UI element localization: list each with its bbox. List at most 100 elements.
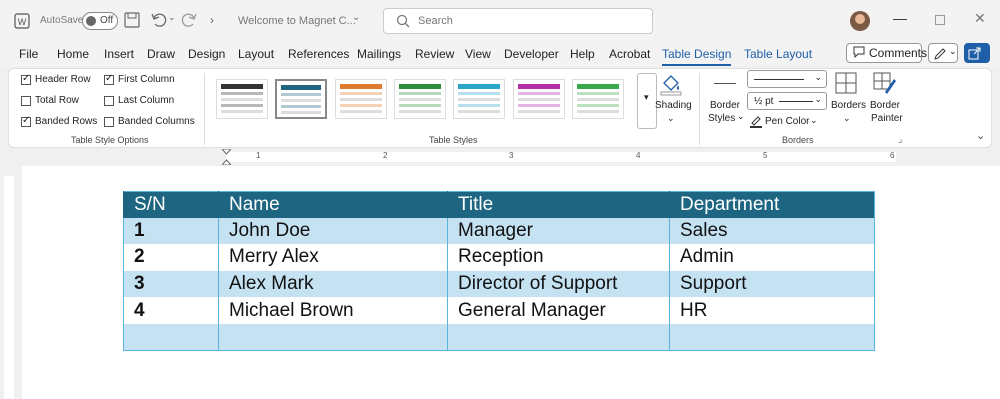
pen-color-icon[interactable] (749, 114, 763, 131)
table-row[interactable]: 2 Merry Alex Reception Admin (123, 244, 875, 271)
search-box[interactable]: Search (383, 8, 653, 34)
header-row-checkbox[interactable]: Header Row (21, 73, 91, 85)
table-cell[interactable]: Reception (447, 244, 670, 271)
line-style-dropdown[interactable]: ⌄ (747, 70, 827, 88)
tab-view[interactable]: View (465, 47, 491, 61)
share-button[interactable] (964, 43, 990, 63)
redo-icon[interactable] (180, 11, 198, 29)
table-cell[interactable]: General Manager (447, 297, 670, 324)
table-cell[interactable]: Manager (447, 217, 670, 245)
collapse-ribbon-icon[interactable]: ⌄ (976, 129, 985, 142)
table-header-row[interactable]: S/N Name Title Department (123, 191, 875, 218)
banded-columns-checkbox[interactable]: Banded Columns (104, 116, 195, 127)
pen-color-dropdown-icon[interactable]: ⌄ (810, 115, 818, 126)
title-dropdown-icon[interactable]: ⌄ (352, 12, 360, 23)
tab-table-design[interactable]: Table Design (662, 47, 732, 66)
thumbnail-row (221, 104, 263, 107)
table-cell[interactable] (447, 323, 670, 351)
table-header-cell[interactable]: Title (447, 191, 670, 218)
borders-grid-icon[interactable] (835, 72, 857, 94)
table-style-thumbnail[interactable] (275, 79, 327, 119)
borders-label[interactable]: Borders (831, 100, 866, 111)
table-cell[interactable]: 1 (123, 217, 219, 245)
document-title[interactable]: Welcome to Magnet C... (238, 15, 356, 27)
border-styles-label-2[interactable]: Styles (708, 113, 735, 124)
tab-table-layout[interactable]: Table Layout (744, 47, 812, 61)
table-cell[interactable]: HR (669, 297, 875, 324)
tab-home[interactable]: Home (57, 47, 89, 61)
dialog-launcher-icon[interactable]: ⌟ (898, 134, 902, 145)
table-style-thumbnail[interactable] (513, 79, 565, 119)
table-cell[interactable]: Director of Support (447, 270, 670, 298)
table-row[interactable]: 3 Alex Mark Director of Support Support (123, 270, 875, 298)
comments-button[interactable]: Comments (846, 43, 927, 63)
thumbnail-row (577, 104, 619, 107)
thumbnail-header (458, 84, 500, 89)
tab-design[interactable]: Design (188, 47, 225, 61)
gallery-more-button[interactable]: ▾ (637, 73, 657, 129)
table-cell[interactable]: Support (669, 270, 875, 298)
table-style-thumbnail[interactable] (394, 79, 446, 119)
tab-acrobat[interactable]: Acrobat (609, 47, 650, 61)
table-header-cell[interactable]: S/N (123, 191, 219, 218)
table-style-thumbnail[interactable] (572, 79, 624, 119)
tab-mailings[interactable]: Mailings (357, 47, 401, 61)
more-qat-icon[interactable]: › (210, 13, 214, 27)
table-style-options-label: Table Style Options (71, 135, 149, 145)
tab-references[interactable]: References (288, 47, 349, 61)
undo-dropdown-icon[interactable]: ⌄ (168, 12, 176, 23)
autosave-toggle[interactable]: Off (82, 12, 118, 30)
undo-icon[interactable] (150, 11, 168, 29)
pen-color-label[interactable]: Pen Color (765, 116, 809, 127)
table-row[interactable]: 4 Michael Brown General Manager HR (123, 297, 875, 324)
tab-file[interactable]: File (19, 47, 38, 61)
table-cell[interactable]: 2 (123, 244, 219, 271)
table-cell[interactable]: John Doe (218, 217, 448, 245)
minimize-icon[interactable]: — (893, 10, 907, 26)
document-table[interactable]: S/N Name Title Department 1 John Doe Man… (123, 191, 875, 351)
tab-insert[interactable]: Insert (104, 47, 134, 61)
tab-developer[interactable]: Developer (504, 47, 559, 61)
table-cell[interactable] (218, 323, 448, 351)
table-cell[interactable]: Sales (669, 217, 875, 245)
last-column-checkbox[interactable]: Last Column (104, 95, 174, 106)
table-cell[interactable]: Alex Mark (218, 270, 448, 298)
table-cell[interactable]: 3 (123, 270, 219, 298)
borders-dropdown-icon[interactable]: ⌄ (843, 113, 851, 124)
table-cell[interactable] (669, 323, 875, 351)
avatar[interactable] (850, 11, 870, 31)
table-cell[interactable]: Michael Brown (218, 297, 448, 324)
tab-draw[interactable]: Draw (147, 47, 175, 61)
total-row-checkbox[interactable]: Total Row (21, 95, 79, 106)
shading-label[interactable]: Shading (655, 100, 692, 111)
banded-rows-checkbox[interactable]: Banded Rows (21, 115, 97, 127)
shading-button[interactable] (658, 71, 684, 97)
table-style-thumbnail[interactable] (453, 79, 505, 119)
table-cell[interactable]: Admin (669, 244, 875, 271)
border-styles-label-1[interactable]: Border (710, 100, 740, 111)
table-header-cell[interactable]: Name (218, 191, 448, 218)
table-cell[interactable]: 4 (123, 297, 219, 324)
editing-mode-button[interactable]: ⌄ (928, 43, 958, 63)
table-cell[interactable]: Merry Alex (218, 244, 448, 271)
indent-marker-icon[interactable] (220, 148, 233, 166)
tab-review[interactable]: Review (415, 47, 454, 61)
border-painter-icon[interactable] (873, 72, 897, 96)
border-painter-label-2[interactable]: Painter (871, 113, 903, 124)
first-column-checkbox[interactable]: First Column (104, 73, 175, 85)
shading-dropdown-icon[interactable]: ⌄ (667, 113, 675, 124)
table-cell[interactable] (123, 323, 219, 351)
table-row[interactable] (123, 323, 875, 351)
border-painter-label-1[interactable]: Border (870, 100, 900, 111)
table-row[interactable]: 1 John Doe Manager Sales (123, 217, 875, 245)
tab-layout[interactable]: Layout (238, 47, 274, 61)
table-style-thumbnail[interactable] (335, 79, 387, 119)
border-styles-dropdown-icon[interactable]: ⌄ (737, 111, 745, 122)
line-weight-dropdown[interactable]: ½ pt ⌄ (747, 92, 827, 110)
save-icon[interactable] (124, 12, 140, 28)
tab-help[interactable]: Help (570, 47, 595, 61)
table-header-cell[interactable]: Department (669, 191, 875, 218)
maximize-icon[interactable] (935, 15, 945, 25)
close-icon[interactable]: ✕ (974, 10, 986, 27)
table-style-thumbnail[interactable] (216, 79, 268, 119)
